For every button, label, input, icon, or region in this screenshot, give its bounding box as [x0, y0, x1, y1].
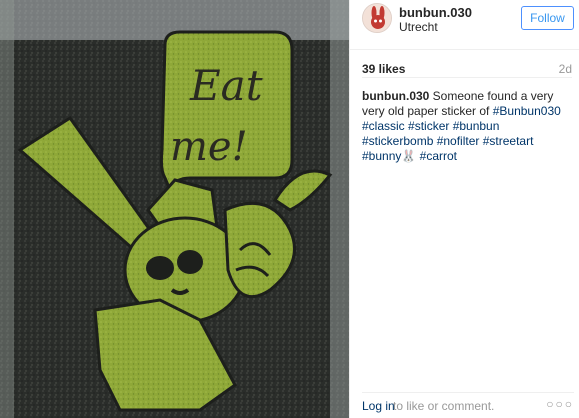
caption-username[interactable]: bunbun.030	[362, 89, 429, 103]
likes-count[interactable]: 39 likes	[362, 62, 405, 76]
post-photo[interactable]: Eat me!	[0, 0, 349, 418]
login-prompt-text: to like or comment.	[393, 399, 495, 413]
ellipsis-icon[interactable]: ○○○	[546, 397, 574, 411]
follow-button[interactable]: Follow	[521, 6, 574, 30]
bunny-emoji-icon: 🐰	[401, 149, 417, 163]
caption-hashtag-carrot[interactable]: #carrot	[416, 149, 457, 163]
post-caption: bunbun.030 Someone found a very very old…	[362, 89, 574, 164]
username-link[interactable]: bunbun.030	[399, 5, 472, 20]
post-header: bunbun.030 Utrecht Follow	[350, 0, 579, 50]
post-stats: 39 likes 2d	[362, 58, 572, 78]
post-footer: Log in to like or comment. ○○○	[362, 392, 574, 418]
post-sidebar: bunbun.030 Utrecht Follow 39 likes 2d bu…	[349, 0, 579, 418]
sticker-text-eat: Eat	[189, 61, 263, 110]
bunny-avatar-icon[interactable]	[362, 3, 392, 33]
location-link[interactable]: Utrecht	[399, 20, 438, 34]
street-sticker-image: Eat me!	[0, 0, 349, 418]
login-link[interactable]: Log in	[362, 399, 395, 413]
post-time[interactable]: 2d	[559, 62, 572, 76]
sticker-text-me: me!	[170, 124, 248, 170]
